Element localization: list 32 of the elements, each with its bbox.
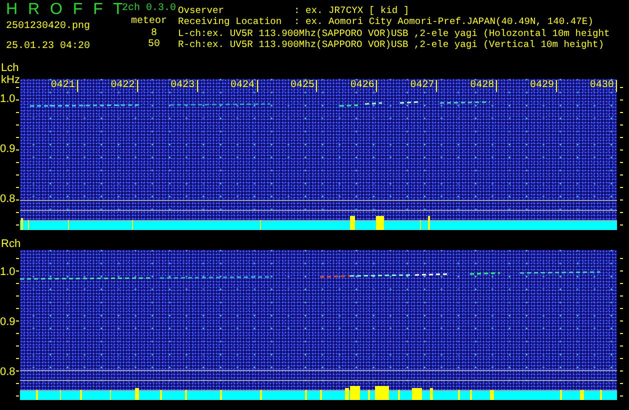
info-text: R-ch:ex. UV5R 113.900Mhz(SAPPORO VOR)USB ,2-ele yagi (Vertical 10m height) (178, 38, 606, 50)
frequency-label: 0.8 (0, 367, 16, 378)
date-time: 25.01.23 04:20 (6, 41, 92, 53)
frequency-label: 0.9 (0, 317, 16, 328)
version-label: 2ch 0.3.0 (122, 3, 176, 14)
time-label: 0422 (110, 80, 138, 92)
channel-label: Rch (0, 238, 21, 250)
file-name: 2501230420.png (6, 21, 92, 32)
time-label: 0424 (230, 80, 258, 92)
meteor-label: meteor (130, 16, 167, 28)
time-label: 0426 (350, 80, 378, 92)
frequency-label: 1.0 (0, 94, 16, 105)
frequency-label: 1.0 (0, 267, 16, 278)
frequency-label: 0.8 (0, 194, 16, 205)
time-label: 0428 (470, 80, 498, 92)
frequency-label: 0.9 (0, 144, 16, 155)
unit-label: kHz (1, 75, 20, 86)
app-title: H R O F F T (6, 1, 120, 19)
time-label: 0427 (410, 80, 438, 92)
channel-label: Lch (1, 63, 19, 74)
meteor-count: 8 (150, 28, 157, 39)
time-label: 0429 (530, 80, 558, 92)
info-label: Ovserver (178, 5, 226, 16)
info-label: Receiving Location (178, 16, 283, 28)
info-value: : ex. Aomori City Aomori-Pref.JAPAN(40.49N, 140.47E) (294, 16, 594, 28)
time-label: 0430 (590, 80, 617, 92)
info-text: L-ch:ex. UV5R 113.900Mhz(SAPPORO VOR)USB ,2-ele yagi (Holozontal 10m height (178, 28, 610, 39)
meteor-count: 50 (146, 38, 160, 50)
time-label: 0425 (290, 80, 318, 92)
info-value: : ex. JR7CYX [ kid ] (294, 5, 410, 16)
time-label: 0423 (170, 80, 198, 92)
time-label: 0421 (50, 80, 78, 92)
